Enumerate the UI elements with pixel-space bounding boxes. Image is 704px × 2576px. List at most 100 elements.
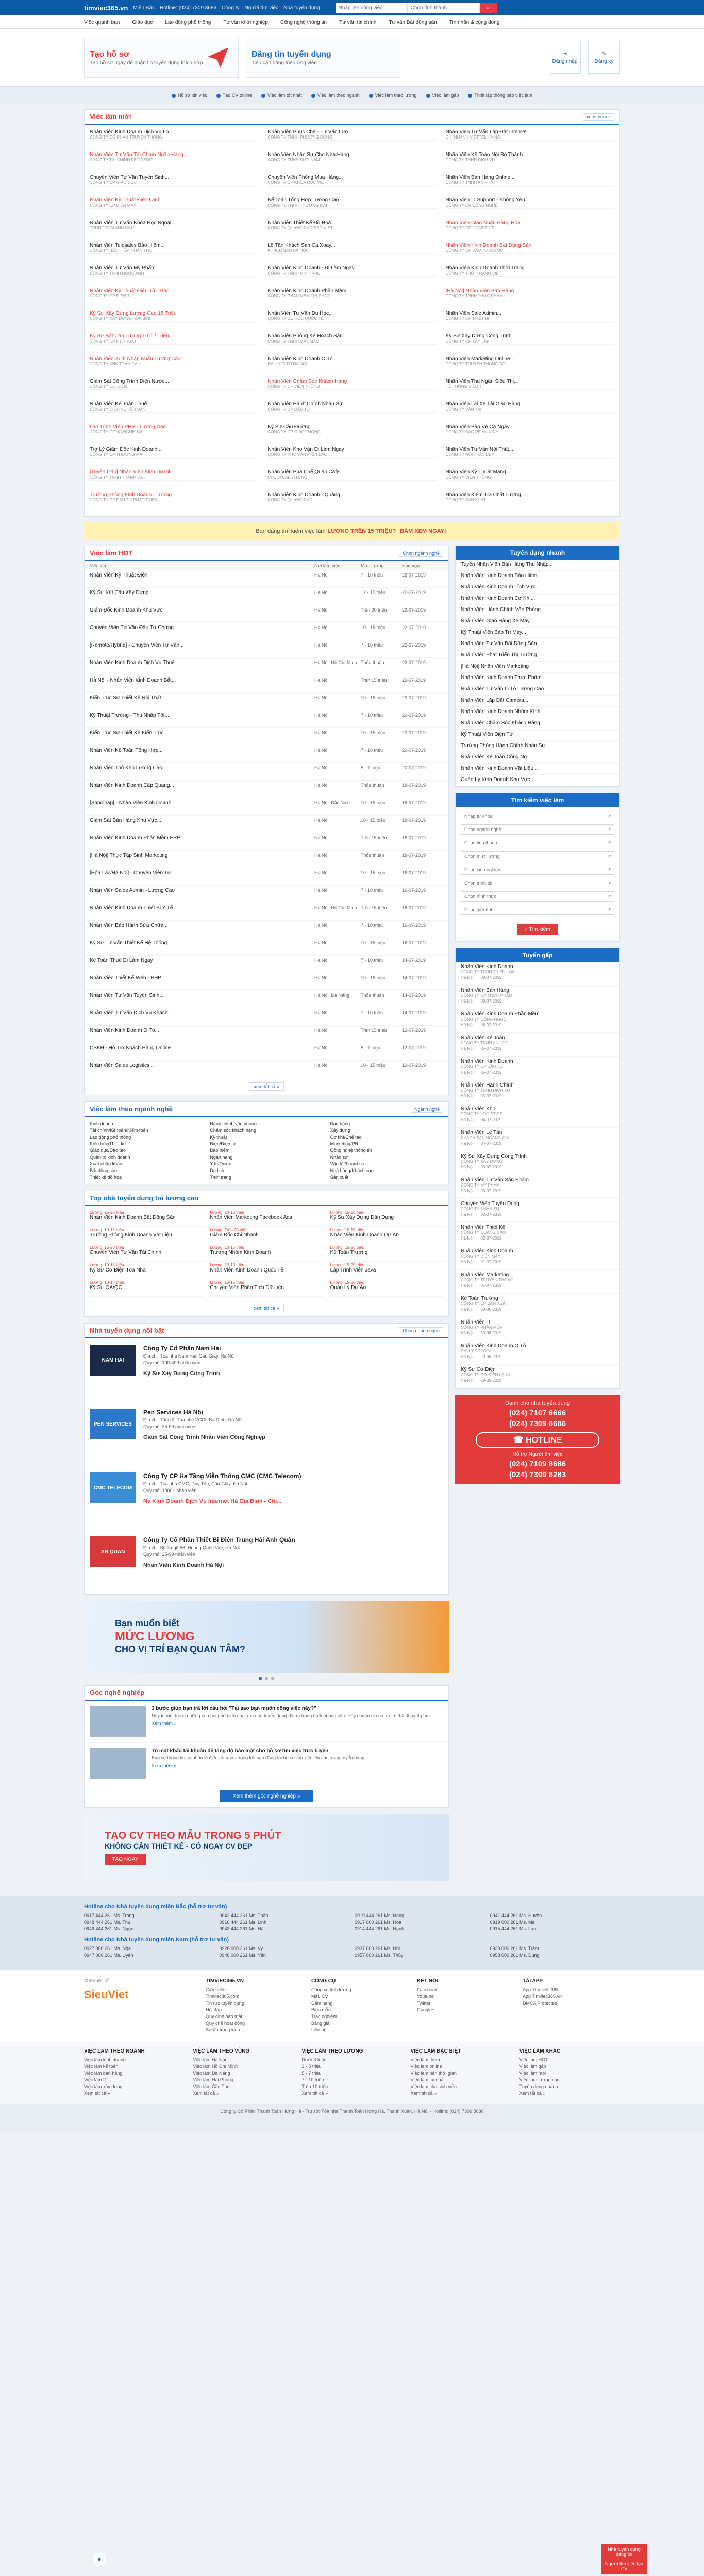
quick-recruit-item[interactable]: Nhân Viên Tư Vấn Ô Tô Lương Cao: [456, 684, 619, 696]
employer-logo[interactable]: AN QUAN: [90, 1536, 136, 1567]
quick-recruit-item[interactable]: Tuyển Nhân Viên Bán Hàng Thu Nhập...: [456, 560, 619, 571]
search-filter-select[interactable]: Nhập từ khóa: [461, 811, 614, 821]
employer-job[interactable]: Giám Sát Công Trình Nhân Viên Công Nghiệ…: [143, 1434, 265, 1440]
quick-recruit-item[interactable]: Nhân Viên Kinh Doanh Lĩnh Vực...: [456, 582, 619, 594]
hot-job-title[interactable]: Nhân Viên Bảo Hành Sửa Chữa...: [90, 923, 314, 928]
category-link[interactable]: Ngân hàng: [210, 1155, 323, 1160]
footer-link[interactable]: Twitter: [417, 2001, 514, 2006]
footer-link[interactable]: Hỏi đáp: [206, 2007, 303, 2012]
hot-job-title[interactable]: Kỹ Sư Kết Cấu Xây Dựng: [90, 590, 314, 596]
footer-link[interactable]: Việc làm mới: [519, 2071, 620, 2076]
salary-job-title[interactable]: Nhân Viên Kinh Doanh Bất Động Sản: [90, 1215, 203, 1221]
hot-job-title[interactable]: Giám Sát Bán Hàng Khu Vực...: [90, 818, 314, 823]
job-title[interactable]: Trợ Lý Giám Đốc Kinh Doanh...: [90, 447, 258, 452]
site-logo[interactable]: timviec365.vn: [84, 4, 128, 12]
salary-job-title[interactable]: Kế Toán Trưởng: [330, 1250, 443, 1256]
search-filter-select[interactable]: Chọn tỉnh thành: [461, 838, 614, 848]
job-item[interactable]: Nhân Viên Pha Chế Quán Cafe... CHUỖI CAFE…: [267, 468, 437, 481]
footer-link[interactable]: Biểu mẫu: [311, 2007, 409, 2012]
footer-link[interactable]: Sơ đồ trang web: [206, 2027, 303, 2032]
quick-recruit-title[interactable]: Kỹ Thuật Viên Bảo Trì Máy...: [461, 630, 614, 635]
category-link[interactable]: Bảo hiểm: [210, 1148, 323, 1153]
hot-job-row[interactable]: Kế Toán Thuế Đi Làm Ngay Hà Nội 7 - 10 tri…: [85, 956, 448, 973]
nav-item[interactable]: Tin nhắn & cộng đồng: [449, 20, 499, 25]
urgent-job-title[interactable]: Nhân Viên Hành Chính: [461, 1082, 614, 1088]
salary-job-title[interactable]: Nhân Viên Marketing Facebook Ads: [210, 1215, 323, 1221]
hot-job-title[interactable]: CSKH - Hỗ Trợ Khách Hàng Online: [90, 1045, 314, 1051]
employer-name[interactable]: Công Ty CP Hạ Tầng Viễn Thông CMC (CMC T…: [143, 1472, 301, 1480]
nav-item[interactable]: Công nghệ thông tin: [280, 20, 327, 25]
salary-banner-cta[interactable]: BẤM XEM NGAY!: [400, 528, 446, 534]
job-item[interactable]: Nhân Viên Kinh Doanh Dịch Vụ Lo... CÔNG T…: [90, 128, 259, 141]
category-link[interactable]: Bán hàng: [330, 1121, 443, 1126]
urgent-job-title[interactable]: Nhân Viên Kinh Doanh: [461, 1248, 614, 1254]
urgent-job-item[interactable]: Nhân Viên IT CÔNG TY PHẦN MỀM Hà Nội 30-06-…: [456, 1317, 619, 1341]
job-title[interactable]: Nhân Viên Tư Vấn Lắp Đặt Internet...: [446, 129, 614, 135]
hot-job-row[interactable]: Nhân Viên Kinh Doanh Ô Tô... Hà Nội Trên 1…: [85, 1026, 448, 1043]
employer-name[interactable]: Công Ty Cổ Phần Nam Hải: [143, 1345, 234, 1352]
employer-name[interactable]: Công Ty Cổ Phần Thiết Bị Điện Trung Hải …: [143, 1536, 295, 1544]
quick-recruit-item[interactable]: Nhân Viên Tư Vấn Bất Động Sản: [456, 639, 619, 650]
employer-job[interactable]: Nv Kinh Doanh Dịch Vụ Internet Hà Gia Đì…: [143, 1498, 301, 1504]
salary-job-item[interactable]: Lương: 10-15 triệu Kỹ Sư Cơ Điện Tòa Nhà: [90, 1262, 203, 1279]
employer-card[interactable]: CMC TELECOM Công Ty CP Hạ Tầng Viễn Thông…: [85, 1466, 448, 1530]
search-filter-select[interactable]: Chọn giới tính: [461, 905, 614, 915]
quick-recruit-item[interactable]: Kỹ Thuật Viên Bảo Trì Máy...: [456, 628, 619, 639]
nav-item[interactable]: Giáo dục: [132, 20, 153, 25]
carousel-dot[interactable]: [271, 1677, 274, 1680]
job-title[interactable]: Chuyên Viên Phòng Mua Hàng...: [267, 175, 436, 180]
quick-recruit-title[interactable]: Nhân Viên Chăm Sóc Khách Hàng: [461, 720, 614, 726]
hot-job-row[interactable]: Kiến Trúc Sư Thiết Kế Kiến Trúc... Hà Nội…: [85, 728, 448, 745]
footer-link[interactable]: Quy định bảo mật: [206, 2014, 303, 2019]
job-title[interactable]: Nhân Viên Kỹ Thuật Điện Lạnh...: [90, 197, 258, 203]
career-tip[interactable]: Tô mật khẩu tài khoản để tăng độ bảo mật…: [85, 1743, 448, 1785]
footer-link[interactable]: Trắc nghiệm: [311, 2014, 409, 2019]
footer-link[interactable]: Việc làm Hồ Chí Minh: [193, 2064, 293, 2069]
sueviet-logo[interactable]: SieuViet: [84, 1988, 197, 2002]
contact-phone-2[interactable]: (024) 7309 8686: [460, 1419, 615, 1428]
job-item[interactable]: Nhân Viên Tư Vấn Tài Chính Ngân Hàng CÔNG…: [90, 150, 259, 163]
hot-job-row[interactable]: Nhân Viên Sales Logistics... Hà Nội 10 - 1…: [85, 1061, 448, 1078]
quick-recruit-title[interactable]: Kỹ Thuật Viên Điện Tử: [461, 732, 614, 737]
hot-job-row[interactable]: Nhân Viên Kinh Doanh Thiết Bị Y Tế Hà Nội…: [85, 903, 448, 921]
job-item[interactable]: Nhân Viên Kinh Doanh Ô Tô... ĐẠI LÝ Ô TÔ …: [267, 354, 437, 367]
footer-link[interactable]: Việc làm IT: [84, 2077, 185, 2082]
top-salary-more[interactable]: xem tất cả »: [249, 1304, 284, 1312]
salary-job-title[interactable]: Trưởng Nhóm Kinh Doanh: [210, 1250, 323, 1256]
job-item[interactable]: Kỹ Sư Xây Dựng Lương Cao 15 Triệu CÔNG TY…: [90, 309, 259, 322]
salary-job-title[interactable]: Lập Trình Viên Java: [330, 1267, 443, 1273]
urgent-job-item[interactable]: Nhân Viên Hành Chính CÔNG TY TNHH DỊCH VỤ…: [456, 1080, 619, 1104]
footer-link[interactable]: 3 - 5 triệu: [301, 2064, 402, 2069]
salary-job-title[interactable]: Nhân Viên Kinh Doanh Quốc Tế: [210, 1267, 323, 1273]
employer-name[interactable]: Pen Services Hà Nội: [143, 1409, 265, 1416]
jobseeker-cv-fab[interactable]: Người tìm việc tạo CV: [601, 2558, 647, 2574]
job-title[interactable]: Nhân Viên Kiểm Tra Chất Lượng...: [446, 492, 614, 498]
job-title[interactable]: Nhân Viên Hành Chính Nhân Sự...: [267, 401, 436, 407]
category-link[interactable]: Y tế/Dược: [210, 1161, 323, 1166]
job-item[interactable]: Kỹ Sư Cầu Đường... CÔNG TY CP GIAO THÔNG: [267, 422, 437, 435]
employers-category-select[interactable]: Chọn ngành nghề: [399, 1327, 443, 1334]
hot-job-title[interactable]: Giám Đốc Kinh Doanh Khu Vực: [90, 607, 314, 613]
hot-job-title[interactable]: Nhân Viên Sales Admin - Lương Cao: [90, 888, 314, 893]
hot-job-title[interactable]: Nhân Viên Kỹ Thuật Điện: [90, 572, 314, 578]
footer-link[interactable]: Xem tất cả »: [519, 2091, 620, 2096]
quick-recruit-title[interactable]: Nhân Viên Phát Triển Thị Trường: [461, 652, 614, 658]
quick-recruit-item[interactable]: Nhân Viên Chăm Sóc Khách Hàng: [456, 718, 619, 730]
footer-link[interactable]: Xem tất cả »: [84, 2091, 185, 2096]
footer-link[interactable]: Google+: [417, 2007, 514, 2012]
quick-recruit-item[interactable]: Kỹ Thuật Viên Điện Tử: [456, 730, 619, 741]
support-hotline[interactable]: 0948 000 261 Ms. Yến: [220, 1953, 350, 1958]
hot-job-title[interactable]: Nhân Viên Tư Vấn Dịch Vụ Khách...: [90, 1010, 314, 1016]
job-item[interactable]: Nhân Viên Kiểm Tra Chất Lượng... CÔNG TY …: [445, 490, 614, 503]
search-filter-select[interactable]: Chọn kinh nghiệm: [461, 865, 614, 875]
quick-recruit-title[interactable]: Nhân Viên Lắp Đặt Camera...: [461, 698, 614, 703]
post-job-card[interactable]: Đăng tin tuyển dụng Tiếp cận hàng triệu …: [246, 38, 400, 78]
hot-job-row[interactable]: Nhân Viên Kế Toán Tổng Hợp... Hà Nội 7 - 1…: [85, 745, 448, 763]
urgent-job-item[interactable]: Nhân Viên Marketing CÔNG TY TRUYỀN THÔNG H…: [456, 1270, 619, 1294]
job-item[interactable]: Nhân Viên Hành Chính Nhân Sự... CÔNG TY C…: [267, 400, 437, 413]
salary-ad-banner[interactable]: Bạn muốn biết MỨC LƯƠNG CHO VỊ TRÍ BẠN Q…: [84, 1601, 449, 1673]
quick-recruit-title[interactable]: Tuyển Nhân Viên Bán Hàng Thu Nhập...: [461, 562, 614, 567]
job-title[interactable]: Kỹ Sư Cầu Đường...: [267, 424, 436, 430]
hot-job-title[interactable]: Kiến Trúc Sư Thiết Kế Kiến Trúc...: [90, 730, 314, 736]
urgent-job-title[interactable]: Nhân Viên Tư Vấn Sản Phẩm: [461, 1177, 614, 1183]
